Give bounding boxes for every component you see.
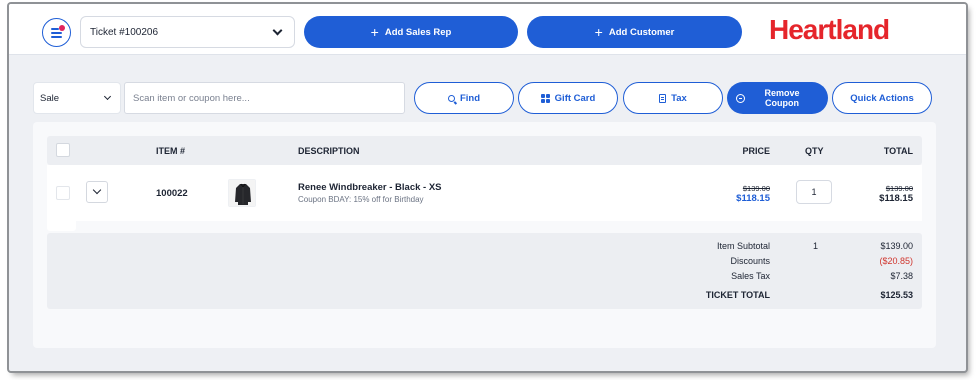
quick-actions-label: Quick Actions	[850, 92, 914, 104]
original-total: $139.00	[885, 184, 913, 193]
grid-icon	[540, 93, 550, 103]
scan-input[interactable]	[124, 82, 405, 114]
sales-tax-value: $7.38	[890, 271, 913, 281]
discounts-label: Discounts	[730, 256, 770, 266]
item-description: Renee Windbreaker - Black - XS	[298, 182, 442, 193]
chevron-down-icon	[103, 92, 112, 101]
chevron-down-icon	[92, 185, 102, 195]
row-checkbox[interactable]	[56, 186, 70, 200]
ticket-summary: Item Subtotal 1 $139.00 Discounts ($20.8…	[47, 233, 922, 309]
notification-dot-icon	[59, 25, 65, 31]
ticket-label: Ticket #100206	[90, 26, 159, 38]
column-price: PRICE	[742, 146, 770, 156]
select-all-checkbox[interactable]	[56, 143, 70, 157]
original-price: $139.00	[742, 184, 770, 193]
remove-coupon-button[interactable]: Remove Coupon	[727, 82, 828, 114]
table-header: ITEM # DESCRIPTION PRICE QTY TOTAL	[47, 136, 922, 165]
column-item: ITEM #	[156, 146, 186, 156]
discounts-value: ($20.85)	[879, 256, 913, 266]
remove-coupon-label: Remove Coupon	[757, 88, 807, 108]
plus-icon: +	[370, 24, 379, 40]
find-label: Find	[459, 92, 481, 104]
subtotal-value: $139.00	[880, 241, 913, 251]
quick-actions-button[interactable]: Quick Actions	[832, 82, 932, 114]
quantity-value: 1	[811, 187, 817, 197]
ticket-total-value: $125.53	[880, 290, 913, 300]
quantity-field[interactable]: 1	[796, 180, 832, 204]
product-thumbnail	[228, 179, 256, 207]
subtotal-qty: 1	[813, 241, 819, 251]
sale-type-value: Sale	[40, 92, 60, 104]
ticket-panel: ITEM # DESCRIPTION PRICE QTY TOTAL 10002…	[33, 122, 936, 348]
item-number: 100022	[156, 188, 188, 199]
ticket-total-label: TICKET TOTAL	[705, 290, 770, 300]
windbreaker-image-icon	[229, 180, 255, 206]
gift-card-label: Gift Card	[554, 92, 596, 104]
remove-coupon-line2: Coupon	[765, 98, 799, 108]
gift-card-button[interactable]: Gift Card	[518, 82, 618, 114]
column-description: DESCRIPTION	[298, 146, 360, 156]
tax-label: Tax	[671, 92, 687, 104]
add-sales-rep-label: Add Sales Rep	[384, 26, 452, 38]
top-bar: Ticket #100206 + Add Sales Rep + Add Cus…	[9, 4, 966, 55]
ticket-dropdown[interactable]: Ticket #100206	[80, 16, 295, 48]
tax-button[interactable]: Tax	[623, 82, 723, 114]
search-icon	[447, 94, 455, 102]
expand-row-button[interactable]	[86, 181, 108, 203]
pos-window: Ticket #100206 + Add Sales Rep + Add Cus…	[9, 4, 966, 371]
sale-type-dropdown[interactable]: Sale	[33, 82, 121, 114]
add-sales-rep-button[interactable]: + Add Sales Rep	[304, 16, 518, 48]
subtotal-label: Item Subtotal	[716, 241, 770, 251]
row-tab	[47, 221, 76, 231]
column-qty: QTY	[805, 146, 824, 156]
receipt-icon	[659, 93, 667, 103]
chevron-down-icon	[272, 25, 283, 36]
add-customer-button[interactable]: + Add Customer	[527, 16, 742, 48]
coupon-note: Coupon BDAY: 15% off for Birthday	[298, 195, 424, 204]
find-button[interactable]: Find	[414, 82, 514, 114]
remove-coupon-line1: Remove	[764, 88, 800, 98]
plus-icon: +	[594, 24, 603, 40]
add-customer-label: Add Customer	[608, 26, 675, 38]
minus-circle-icon	[736, 93, 745, 103]
sales-tax-label: Sales Tax	[731, 271, 770, 281]
discounted-price: $118.15	[736, 193, 770, 204]
menu-button[interactable]	[42, 18, 71, 47]
table-row: 100022 Renee Windbreaker - Black - XS Co…	[47, 165, 922, 221]
line-total: $118.15	[879, 193, 913, 204]
heartland-logo: Heartland	[769, 14, 890, 45]
column-total: TOTAL	[883, 146, 913, 156]
